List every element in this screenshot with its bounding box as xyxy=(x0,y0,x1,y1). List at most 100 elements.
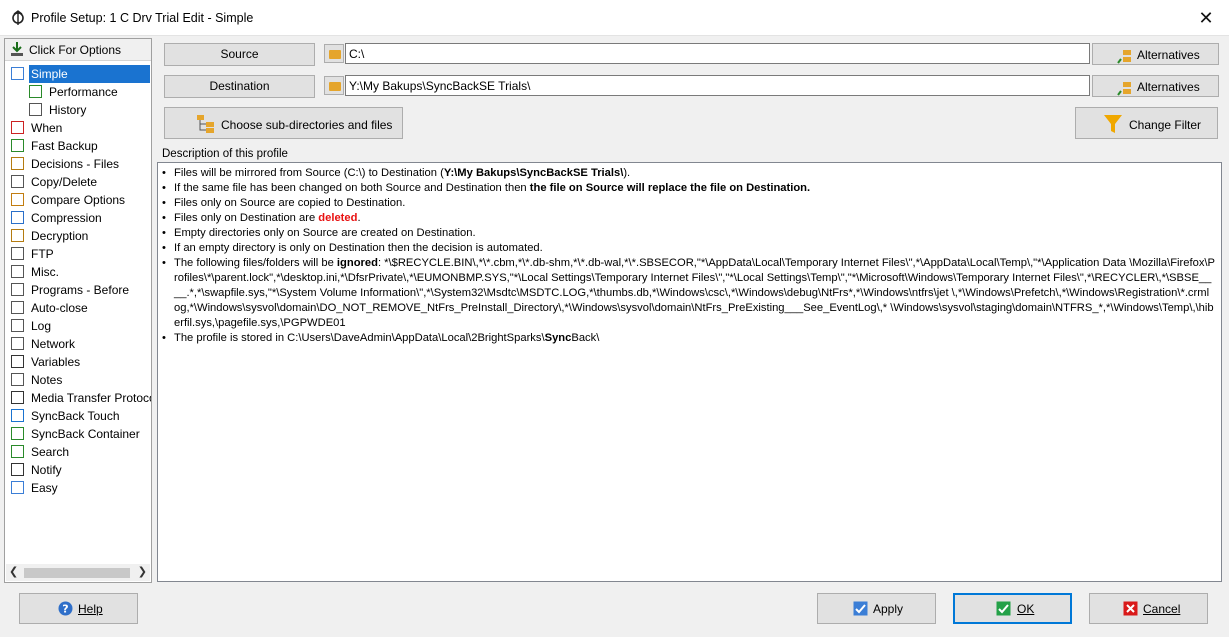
profile-description-box: Files will be mirrored from Source (C:\)… xyxy=(157,162,1222,582)
decisions-icon xyxy=(11,157,24,170)
misc-icon xyxy=(11,265,24,278)
source-alternatives-button[interactable]: Alternatives xyxy=(1092,43,1219,65)
compression-icon xyxy=(11,211,24,224)
sidebar-item-label: When xyxy=(31,121,63,135)
sidebar-item-ftp[interactable]: FTP xyxy=(5,245,151,263)
sidebar-item-label: Copy/Delete xyxy=(31,175,98,189)
sidebar-item-label: History xyxy=(49,103,87,117)
change-filter-button[interactable]: Change Filter xyxy=(1075,107,1218,139)
alternatives-icon xyxy=(1117,49,1133,64)
sidebar-item-label: Easy xyxy=(31,481,58,495)
sidebar-item-notes[interactable]: Notes xyxy=(5,371,151,389)
desc-text: ). xyxy=(623,167,631,179)
change-filter-label: Change Filter xyxy=(1129,118,1202,132)
destination-alternatives-label: Alternatives xyxy=(1137,80,1200,94)
sidebar-item-copy-delete[interactable]: Copy/Delete xyxy=(5,173,151,191)
desc-emphasis: the file on Source will replace the file… xyxy=(529,182,811,194)
scroll-right-icon[interactable]: ❯ xyxy=(138,565,147,578)
sidebar-item-compare-options[interactable]: Compare Options xyxy=(5,191,151,209)
choose-subdirectories-label: Choose sub-directories and files xyxy=(221,118,393,132)
desc-deleted-warning: deleted xyxy=(318,212,358,224)
help-button[interactable]: ? Help xyxy=(19,593,138,624)
choose-subdirectories-button[interactable]: Choose sub-directories and files xyxy=(164,107,403,139)
destination-button[interactable]: Destination xyxy=(164,75,315,98)
sidebar-item-simple[interactable]: Simple xyxy=(5,65,151,83)
desc-text: Files only on Destination are xyxy=(174,212,319,224)
auto-close-icon xyxy=(11,301,24,314)
sidebar-item-label: Simple xyxy=(31,67,68,81)
sidebar-item-decryption[interactable]: Decryption xyxy=(5,227,151,245)
sidebar-item-performance[interactable]: Performance xyxy=(5,83,151,101)
sidebar-item-when[interactable]: When xyxy=(5,119,151,137)
desc-emphasis: ignored xyxy=(336,257,378,269)
sidebar-item-label: Notes xyxy=(31,373,63,387)
when-icon xyxy=(11,121,24,134)
copy-delete-icon xyxy=(11,175,24,188)
sidebar-item-compression[interactable]: Compression xyxy=(5,209,151,227)
scroll-thumb[interactable] xyxy=(24,568,130,578)
programs-icon xyxy=(11,283,24,296)
apply-button[interactable]: Apply xyxy=(817,593,936,624)
sidebar-item-network[interactable]: Network xyxy=(5,335,151,353)
help-icon: ? xyxy=(58,601,73,616)
sidebar-item-label: Media Transfer Protocol xyxy=(31,391,151,405)
scroll-left-icon[interactable]: ❮ xyxy=(9,565,18,578)
sidebar-item-label: Search xyxy=(31,445,70,459)
desc-text: If the same file has been changed on bot… xyxy=(174,182,530,194)
ok-button[interactable]: OK xyxy=(953,593,1072,624)
simple-icon xyxy=(11,67,24,80)
sidebar-item-syncback-container[interactable]: SyncBack Container xyxy=(5,425,151,443)
search-icon xyxy=(11,445,24,458)
destination-alternatives-button[interactable]: Alternatives xyxy=(1092,75,1219,97)
source-alternatives-label: Alternatives xyxy=(1137,48,1200,62)
sidebar-item-misc[interactable]: Misc. xyxy=(5,263,151,281)
sidebar-item-programs-before[interactable]: Programs - Before xyxy=(5,281,151,299)
sidebar-item-auto-close[interactable]: Auto-close xyxy=(5,299,151,317)
sidebar-item-label: Log xyxy=(31,319,52,333)
sidebar-item-fast-backup[interactable]: Fast Backup xyxy=(5,137,151,155)
help-label: Help xyxy=(78,602,103,616)
description-list: Files will be mirrored from Source (C:\)… xyxy=(158,163,1221,346)
sidebar-item-label: Variables xyxy=(31,355,81,369)
ftp-icon xyxy=(11,247,24,260)
apply-label: Apply xyxy=(873,602,904,616)
desc-emphasis: Sync xyxy=(544,332,572,344)
description-item: The following files/folders will be igno… xyxy=(162,256,1215,331)
destination-browse-folder-icon[interactable] xyxy=(324,76,344,95)
source-path-field[interactable]: C:\ xyxy=(345,43,1090,64)
cancel-button[interactable]: Cancel xyxy=(1089,593,1208,624)
compare-icon xyxy=(11,193,24,206)
desc-text: If an empty directory is only on Destina… xyxy=(174,242,543,254)
decryption-icon xyxy=(11,229,24,242)
description-item: If the same file has been changed on bot… xyxy=(162,181,1215,196)
sidebar-item-history[interactable]: History xyxy=(5,101,151,119)
sidebar-item-label: SyncBack Touch xyxy=(31,409,120,423)
description-item: Files only on Source are copied to Desti… xyxy=(162,196,1215,211)
source-button[interactable]: Source xyxy=(164,43,315,66)
ok-check-icon xyxy=(996,601,1011,616)
title-bar: Profile Setup: 1 C Drv Trial Edit - Simp… xyxy=(0,0,1229,36)
sidebar-item-log[interactable]: Log xyxy=(5,317,151,335)
click-for-options-button[interactable]: Click For Options xyxy=(5,39,151,61)
fast-backup-icon xyxy=(11,139,24,152)
folder-tree-icon xyxy=(196,114,216,134)
sidebar-item-syncback-touch[interactable]: SyncBack Touch xyxy=(5,407,151,425)
sidebar-item-label: Network xyxy=(31,337,76,351)
source-browse-folder-icon[interactable] xyxy=(324,44,344,63)
sidebar-item-decisions-files[interactable]: Decisions - Files xyxy=(5,155,151,173)
syncback-app-icon xyxy=(11,10,25,26)
sidebar-item-search[interactable]: Search xyxy=(5,443,151,461)
filter-funnel-icon xyxy=(1103,113,1123,135)
notify-icon xyxy=(11,463,24,476)
sidebar-horizontal-scrollbar[interactable]: ❮ ❯ xyxy=(6,564,150,581)
sidebar-item-notify[interactable]: Notify xyxy=(5,461,151,479)
history-icon xyxy=(29,103,42,116)
sidebar-item-media-transfer-protocol[interactable]: Media Transfer Protocol xyxy=(5,389,151,407)
sidebar-item-variables[interactable]: Variables xyxy=(5,353,151,371)
mtp-icon xyxy=(11,391,24,404)
destination-path-field[interactable]: Y:\My Bakups\SyncBackSE Trials\ xyxy=(345,75,1090,96)
sidebar-item-label: Fast Backup xyxy=(31,139,98,153)
dialog-button-bar: ? Help Apply OK Cancel xyxy=(0,583,1229,637)
sidebar-item-easy[interactable]: Easy xyxy=(5,479,151,497)
close-window-button[interactable]: ✕ xyxy=(1183,0,1229,36)
